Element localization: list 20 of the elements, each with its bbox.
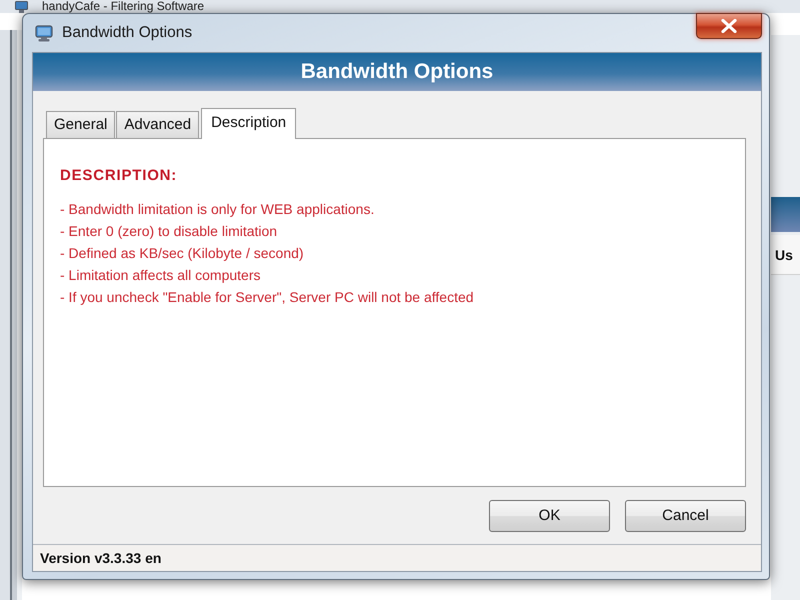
window-title: Bandwidth Options	[62, 23, 192, 44]
tab[interactable]: Description	[201, 108, 296, 139]
tab[interactable]: General	[46, 111, 116, 138]
ok-button[interactable]: OK	[489, 500, 610, 532]
close-icon	[721, 19, 737, 33]
tab[interactable]: Advanced	[116, 111, 200, 138]
monitor-icon	[15, 0, 28, 12]
description-line: - Enter 0 (zero) to disable limitation	[60, 222, 278, 241]
header-band	[771, 197, 800, 232]
description-line: - Bandwidth limitation is only for WEB applications.	[60, 200, 376, 219]
cancel-button[interactable]: Cancel	[625, 500, 746, 532]
monitor-icon	[35, 24, 53, 42]
description-line: - If you uncheck "Enable for Server", Server PC will not be affected	[60, 288, 475, 307]
description-line: - Limitation affects all computers	[60, 266, 262, 285]
dialog-header: Bandwidth Options	[33, 53, 761, 91]
background-window-title: handyCafe - Filtering Software	[42, 0, 204, 13]
description-line: - Defined as KB/sec (Kilobyte / second)	[60, 244, 305, 263]
description-heading: DESCRIPTION:	[60, 167, 178, 185]
close-button[interactable]	[696, 13, 762, 39]
column-header: Us	[771, 235, 800, 275]
